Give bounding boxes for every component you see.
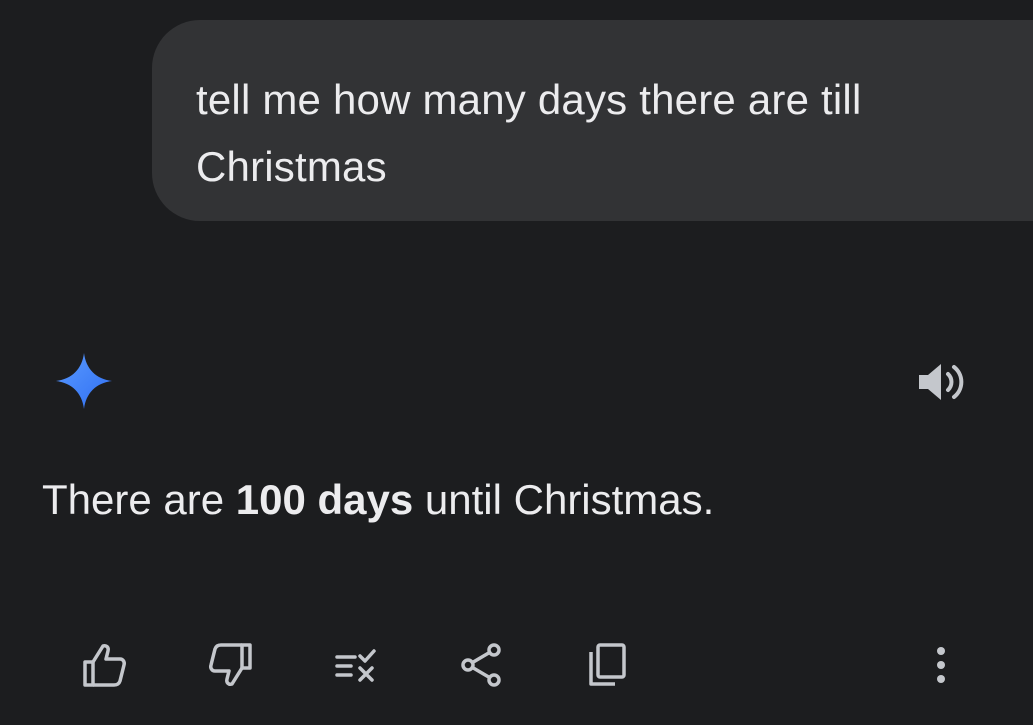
modify-response-icon: [335, 649, 376, 682]
response-text-suffix: until Christmas.: [413, 476, 715, 523]
thumbs-up-icon: [83, 644, 126, 687]
user-message-bubble: tell me how many days there are till Chr…: [152, 20, 1033, 221]
share-icon: [461, 643, 501, 687]
response-text-prefix: There are: [42, 476, 236, 523]
modify-response-button[interactable]: [327, 636, 385, 694]
chat-screen: tell me how many days there are till Chr…: [0, 0, 1033, 725]
copy-button[interactable]: [578, 636, 636, 694]
copy-icon: [589, 643, 626, 686]
thumbs-down-icon: [209, 643, 252, 686]
response-action-bar: [0, 630, 1033, 700]
thumbs-down-button[interactable]: [202, 636, 260, 694]
share-button[interactable]: [452, 636, 510, 694]
response-text-bold: 100 days: [235, 476, 414, 523]
speaker-icon[interactable]: [915, 361, 967, 403]
thumbs-up-button[interactable]: [75, 636, 133, 694]
more-options-button[interactable]: [912, 636, 970, 694]
user-message-text: tell me how many days there are till Chr…: [196, 76, 862, 190]
more-vert-icon: [937, 647, 945, 683]
sparkle-icon: [56, 353, 112, 409]
assistant-response: There are 100 days until Christmas.: [42, 470, 714, 530]
